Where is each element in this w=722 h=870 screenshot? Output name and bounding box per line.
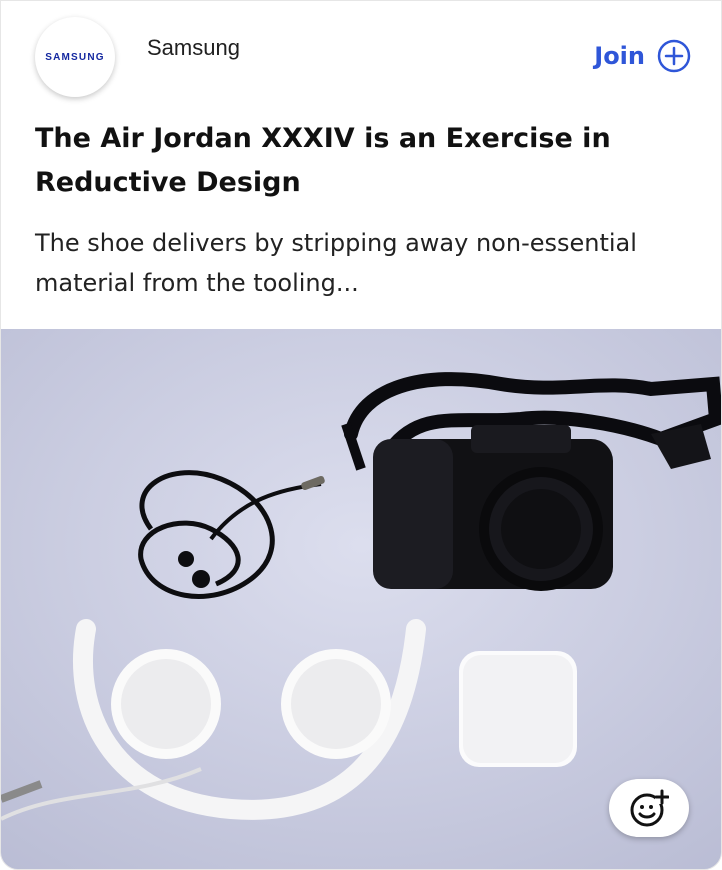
add-reaction-icon bbox=[630, 789, 669, 827]
article-title[interactable]: The Air Jordan XXXIV is an Exercise in R… bbox=[35, 117, 685, 205]
article-card[interactable]: SAMSUNG Samsung Join The Air Jordan XXXI… bbox=[0, 0, 722, 870]
article-photo-illustration bbox=[1, 329, 721, 869]
join-label: Join bbox=[594, 42, 645, 70]
article-image[interactable] bbox=[1, 329, 721, 869]
source-avatar[interactable]: SAMSUNG bbox=[35, 17, 115, 97]
source-name[interactable]: Samsung bbox=[147, 35, 240, 61]
samsung-logo: SAMSUNG bbox=[45, 51, 105, 63]
join-button[interactable]: Join bbox=[594, 39, 691, 73]
add-reaction-button[interactable] bbox=[609, 779, 689, 837]
article-summary: The shoe delivers by stripping away non-… bbox=[35, 229, 637, 297]
plus-circle-icon bbox=[657, 39, 691, 73]
